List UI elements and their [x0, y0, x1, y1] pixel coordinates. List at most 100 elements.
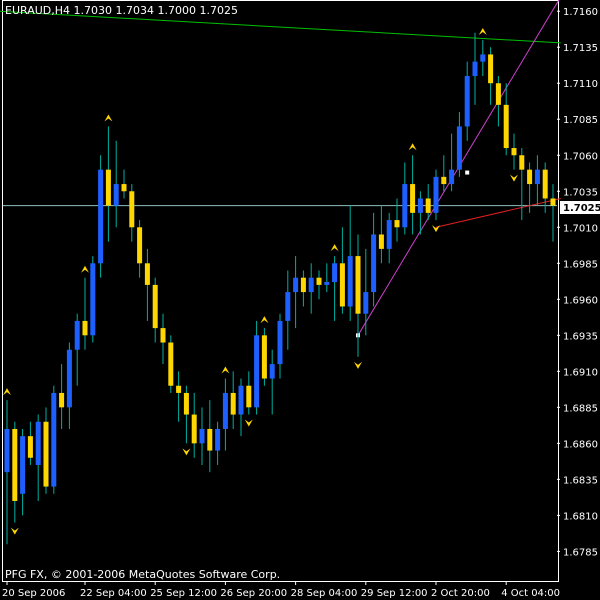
- current-price-label: 1.7025: [563, 203, 600, 214]
- candle-body: [230, 392, 236, 415]
- x-tick-label: 2 Oct 20:00: [431, 588, 490, 599]
- candle-body: [4, 428, 10, 473]
- candle-body: [176, 385, 182, 393]
- candle-body: [144, 263, 150, 285]
- y-tick-label: 1.6960: [563, 295, 598, 306]
- candle-body: [534, 169, 540, 185]
- y-tick-label: 1.6910: [563, 367, 598, 378]
- candle-body: [464, 76, 470, 127]
- candle-body: [66, 349, 72, 408]
- candle-body: [254, 335, 260, 408]
- candle-body: [472, 61, 478, 77]
- candle-body: [410, 184, 416, 213]
- candle-body: [59, 392, 65, 408]
- candle-body: [74, 320, 80, 350]
- x-tick-label: 22 Sep 04:00: [80, 588, 147, 599]
- candle-body: [425, 198, 431, 213]
- candle: [433, 169, 439, 221]
- y-tick-label: 1.7110: [563, 79, 598, 90]
- candle-body: [246, 385, 252, 408]
- candle-body: [269, 364, 275, 379]
- x-tick-label: 29 Sep 12:00: [361, 588, 428, 599]
- candle-body: [121, 184, 127, 192]
- candle-body: [293, 277, 299, 293]
- candle-body: [488, 54, 494, 84]
- candle-body: [137, 227, 143, 264]
- candle-body: [433, 176, 439, 213]
- y-tick-label: 1.7085: [563, 115, 598, 126]
- candle-body: [90, 263, 96, 336]
- candle: [98, 155, 104, 278]
- candle-body: [417, 198, 423, 213]
- candle-body: [542, 169, 548, 199]
- candle-body: [441, 176, 447, 185]
- candle-body: [394, 220, 400, 228]
- candle-body: [495, 83, 501, 105]
- candle-body: [238, 385, 244, 415]
- copyright-text: PFG FX, © 2001-2006 MetaQuotes Software …: [5, 568, 280, 581]
- y-tick-label: 1.6935: [563, 331, 598, 342]
- chart-background: [0, 0, 600, 600]
- candlestick-chart[interactable]: 1.7160 1.7135 1.7110 1.7085 1.7060 1.7035 1.70…: [0, 0, 600, 600]
- candle-body: [98, 169, 104, 264]
- candle-body: [261, 335, 267, 379]
- current-price-marker: 1.7025: [560, 201, 600, 214]
- candle-body: [82, 320, 88, 336]
- candle-body: [378, 234, 384, 249]
- candle-body: [480, 54, 486, 62]
- y-tick-label: 1.6885: [563, 403, 598, 414]
- candle-body: [402, 184, 408, 228]
- y-tick-label: 1.7035: [563, 187, 598, 198]
- candle-body: [527, 169, 533, 185]
- candle-body: [51, 392, 57, 487]
- candle-body: [199, 428, 205, 444]
- candle-body: [519, 155, 525, 170]
- y-tick-label: 1.6785: [563, 547, 598, 558]
- candle-body: [456, 126, 462, 170]
- candle-body: [449, 169, 455, 185]
- y-tick-label: 1.6810: [563, 511, 598, 522]
- candle-body: [355, 256, 361, 314]
- candle-body: [503, 104, 509, 149]
- candle-body: [511, 148, 517, 156]
- x-tick-label: 26 Sep 20:00: [220, 588, 287, 599]
- candle-body: [324, 282, 330, 285]
- candle-body: [386, 220, 392, 249]
- candle-body: [105, 169, 111, 206]
- candle-body: [285, 292, 291, 321]
- candle-body: [207, 428, 213, 451]
- candle: [90, 256, 96, 343]
- candle-body: [222, 392, 228, 429]
- y-tick-label: 1.6860: [563, 439, 598, 450]
- candle-body: [160, 328, 166, 343]
- candle: [168, 335, 174, 393]
- candle-body: [308, 277, 314, 293]
- candle-body: [371, 234, 377, 293]
- candle-body: [277, 320, 283, 365]
- y-tick-label: 1.7060: [563, 151, 598, 162]
- candle-body: [43, 421, 49, 487]
- y-tick-label: 1.7160: [563, 7, 598, 18]
- candle-body: [20, 436, 26, 494]
- candle-body: [113, 184, 119, 206]
- y-tick-label: 1.7135: [563, 43, 598, 54]
- trendline-anchor: [465, 170, 470, 175]
- candle-body: [316, 277, 322, 285]
- candle-body: [129, 191, 135, 228]
- chart-title: EURAUD,H4 1.7030 1.7034 1.7000 1.7025: [5, 4, 238, 17]
- y-tick-label: 1.6835: [563, 475, 598, 486]
- candle-body: [168, 342, 174, 386]
- candle-body: [300, 277, 306, 293]
- candle-body: [152, 284, 158, 329]
- candle-body: [191, 414, 197, 444]
- candle-body: [339, 263, 345, 307]
- x-tick-label: 20 Sep 2006: [2, 588, 65, 599]
- candle-body: [27, 436, 33, 458]
- x-tick-label: 28 Sep 04:00: [291, 588, 358, 599]
- candle-body: [183, 392, 189, 415]
- y-tick-label: 1.7010: [563, 223, 598, 234]
- candle-body: [35, 421, 41, 465]
- x-tick-label: 4 Oct 04:00: [501, 588, 560, 599]
- candle-body: [215, 428, 221, 451]
- y-tick-label: 1.6985: [563, 259, 598, 270]
